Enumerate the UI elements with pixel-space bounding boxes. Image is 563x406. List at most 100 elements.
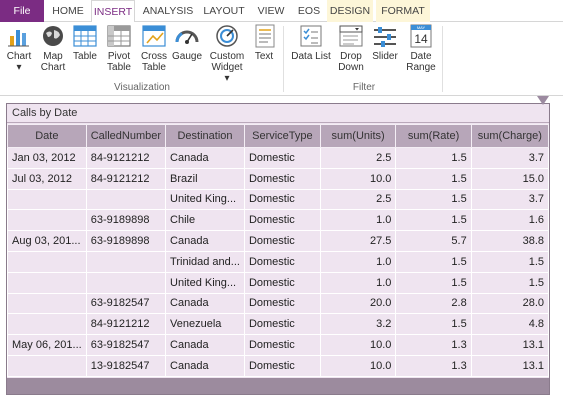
sum-rate-cell[interactable]: 5.7 — [395, 230, 472, 252]
sum-charge-cell[interactable]: 3.7 — [470, 188, 550, 211]
column-header-sum-rate[interactable]: sum(Rate) — [395, 124, 472, 148]
sum-charge-cell[interactable]: 13.1 — [470, 354, 550, 377]
destination-cell[interactable]: United King... — [165, 271, 245, 294]
column-header-destination[interactable]: Destination — [165, 124, 245, 148]
sum-charge-cell[interactable]: 1.6 — [470, 209, 550, 232]
destination-cell[interactable]: Canada — [165, 230, 245, 252]
sum-units-cell[interactable]: 3.2 — [319, 313, 397, 336]
sum-rate-cell[interactable]: 2.8 — [395, 292, 472, 315]
tab-view[interactable]: VIEW — [253, 0, 289, 22]
service-type-cell[interactable]: Domestic — [243, 313, 321, 336]
tab-eos[interactable]: EOS — [294, 0, 324, 22]
sum-units-cell[interactable]: 2.5 — [319, 188, 397, 211]
service-type-cell[interactable]: Domestic — [243, 354, 321, 377]
custom-widget-button[interactable]: Custom Widget ▾ — [208, 24, 246, 84]
date-cell[interactable] — [7, 188, 87, 211]
sum-units-cell[interactable]: 20.0 — [319, 292, 397, 315]
date-cell[interactable] — [7, 250, 87, 273]
called-number-cell[interactable] — [85, 188, 167, 211]
sum-units-cell[interactable]: 10.0 — [319, 167, 397, 190]
text-button[interactable]: Text — [252, 24, 276, 62]
table-row[interactable]: 63-9189898 Chile Domestic 1.0 1.5 1.6 — [7, 209, 550, 232]
date-cell[interactable] — [7, 354, 87, 377]
table-row[interactable]: Aug 03, 201... 63-9189898 Canada Domestic 27… — [7, 230, 550, 252]
destination-cell[interactable]: Chile — [165, 209, 245, 232]
sum-charge-cell[interactable]: 1.5 — [470, 271, 550, 294]
column-header-sum-units[interactable]: sum(Units) — [319, 124, 397, 148]
date-cell[interactable]: Jul 03, 2012 — [7, 167, 87, 190]
sum-rate-cell[interactable]: 1.5 — [395, 209, 472, 232]
sum-units-cell[interactable]: 1.0 — [319, 209, 397, 232]
sum-rate-cell[interactable]: 1.5 — [395, 167, 472, 190]
service-type-cell[interactable]: Domestic — [243, 271, 321, 294]
called-number-cell[interactable]: 63-9182547 — [85, 334, 167, 356]
sum-charge-cell[interactable]: 4.8 — [470, 313, 550, 336]
date-cell[interactable] — [7, 209, 87, 232]
service-type-cell[interactable]: Domestic — [243, 250, 321, 273]
table-row[interactable]: United King... Domestic 2.5 1.5 3.7 — [7, 188, 550, 211]
sum-rate-cell[interactable]: 1.5 — [395, 271, 472, 294]
sum-charge-cell[interactable]: 13.1 — [470, 334, 550, 356]
sum-units-cell[interactable]: 2.5 — [319, 147, 397, 169]
table-button[interactable]: Table — [72, 24, 98, 62]
sum-charge-cell[interactable]: 1.5 — [470, 250, 550, 273]
service-type-cell[interactable]: Domestic — [243, 334, 321, 356]
gauge-button[interactable]: Gauge — [172, 24, 202, 62]
sum-charge-cell[interactable]: 3.7 — [470, 147, 550, 169]
date-cell[interactable] — [7, 271, 87, 294]
date-cell[interactable]: Aug 03, 201... — [7, 230, 87, 252]
sum-units-cell[interactable]: 10.0 — [319, 334, 397, 356]
service-type-cell[interactable]: Domestic — [243, 292, 321, 315]
table-row[interactable]: 84-9121212 Venezuela Domestic 3.2 1.5 4.8 — [7, 313, 550, 336]
sum-charge-cell[interactable]: 15.0 — [470, 167, 550, 190]
sum-units-cell[interactable]: 27.5 — [319, 230, 397, 252]
sum-rate-cell[interactable]: 1.5 — [395, 147, 472, 169]
table-row[interactable]: Jul 03, 2012 84-9121212 Brazil Domestic 10.0… — [7, 167, 550, 190]
date-cell[interactable] — [7, 292, 87, 315]
table-row[interactable]: Jan 03, 2012 84-9121212 Canada Domestic 2.5 1… — [7, 147, 550, 169]
calls-by-date-table-widget[interactable]: Calls by Date Date CalledNumber Destinat… — [6, 96, 550, 395]
date-cell[interactable] — [7, 313, 87, 336]
table-row[interactable]: May 06, 201... 63-9182547 Canada Domestic 10… — [7, 334, 550, 356]
destination-cell[interactable]: Canada — [165, 354, 245, 377]
called-number-cell[interactable]: 84-9121212 — [85, 147, 167, 169]
chart-button[interactable]: Chart ▾ — [4, 24, 34, 73]
called-number-cell[interactable]: 63-9182547 — [85, 292, 167, 315]
service-type-cell[interactable]: Domestic — [243, 167, 321, 190]
service-type-cell[interactable]: Domestic — [243, 209, 321, 232]
destination-cell[interactable]: Trinidad and... — [165, 250, 245, 273]
sum-rate-cell[interactable]: 1.5 — [395, 313, 472, 336]
sum-rate-cell[interactable]: 1.3 — [395, 334, 472, 356]
map-chart-button[interactable]: Map Chart — [38, 24, 68, 73]
sum-charge-cell[interactable]: 28.0 — [470, 292, 550, 315]
sum-rate-cell[interactable]: 1.3 — [395, 354, 472, 377]
data-list-button[interactable]: Data List — [290, 24, 332, 62]
destination-cell[interactable]: Venezuela — [165, 313, 245, 336]
widget-corner-handle-icon[interactable] — [537, 96, 549, 105]
tab-analysis[interactable]: ANALYSIS — [138, 0, 198, 22]
service-type-cell[interactable]: Domestic — [243, 147, 321, 169]
date-cell[interactable]: May 06, 201... — [7, 334, 87, 356]
column-header-sum-charge[interactable]: sum(Charge) — [470, 124, 550, 148]
column-header-servicetype[interactable]: ServiceType — [243, 124, 321, 148]
date-range-button[interactable]: MAY 14 Date Range — [404, 24, 438, 73]
destination-cell[interactable]: Canada — [165, 292, 245, 315]
service-type-cell[interactable]: Domestic — [243, 230, 321, 252]
drop-down-button[interactable]: Drop Down — [336, 24, 366, 73]
sum-rate-cell[interactable]: 1.5 — [395, 250, 472, 273]
tab-format[interactable]: FORMAT — [376, 0, 430, 22]
service-type-cell[interactable]: Domestic — [243, 188, 321, 211]
table-row[interactable]: United King... Domestic 1.0 1.5 1.5 — [7, 271, 550, 294]
tab-insert[interactable]: INSERT — [91, 0, 135, 23]
column-header-date[interactable]: Date — [7, 124, 87, 148]
column-header-callednumber[interactable]: CalledNumber — [85, 124, 167, 148]
called-number-cell[interactable] — [85, 271, 167, 294]
destination-cell[interactable]: Canada — [165, 334, 245, 356]
cross-table-button[interactable]: Cross Table — [138, 24, 170, 73]
sum-units-cell[interactable]: 1.0 — [319, 250, 397, 273]
destination-cell[interactable]: United King... — [165, 188, 245, 211]
tab-home[interactable]: HOME — [46, 0, 90, 22]
tab-layout[interactable]: LAYOUT — [200, 0, 248, 22]
called-number-cell[interactable]: 84-9121212 — [85, 167, 167, 190]
sum-units-cell[interactable]: 1.0 — [319, 271, 397, 294]
